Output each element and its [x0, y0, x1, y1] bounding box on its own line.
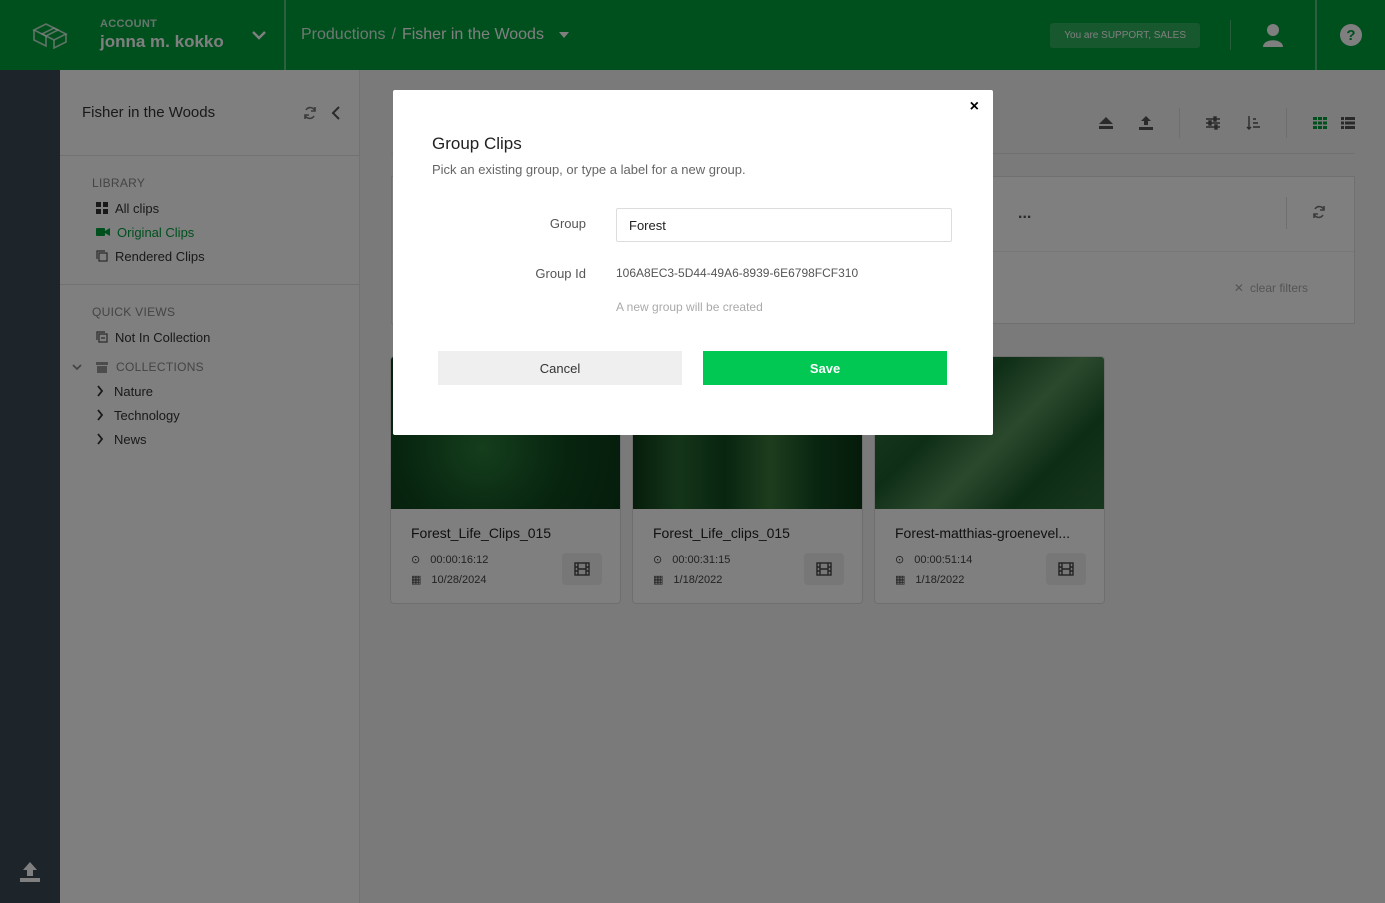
close-icon[interactable]: × — [970, 98, 979, 116]
save-button[interactable]: Save — [703, 351, 947, 385]
group-input[interactable] — [616, 208, 952, 242]
group-label: Group — [549, 216, 586, 231]
dialog-subtitle: Pick an existing group, or type a label … — [432, 162, 746, 177]
group-id-label: Group Id — [535, 266, 586, 281]
group-id-value: 106A8EC3-5D44-49A6-8939-6E6798FCF310 — [616, 266, 859, 280]
group-clips-dialog: × Group Clips Pick an existing group, or… — [393, 90, 993, 435]
cancel-button[interactable]: Cancel — [438, 351, 682, 385]
new-group-hint: A new group will be created — [616, 300, 763, 314]
dialog-title: Group Clips — [432, 134, 522, 153]
